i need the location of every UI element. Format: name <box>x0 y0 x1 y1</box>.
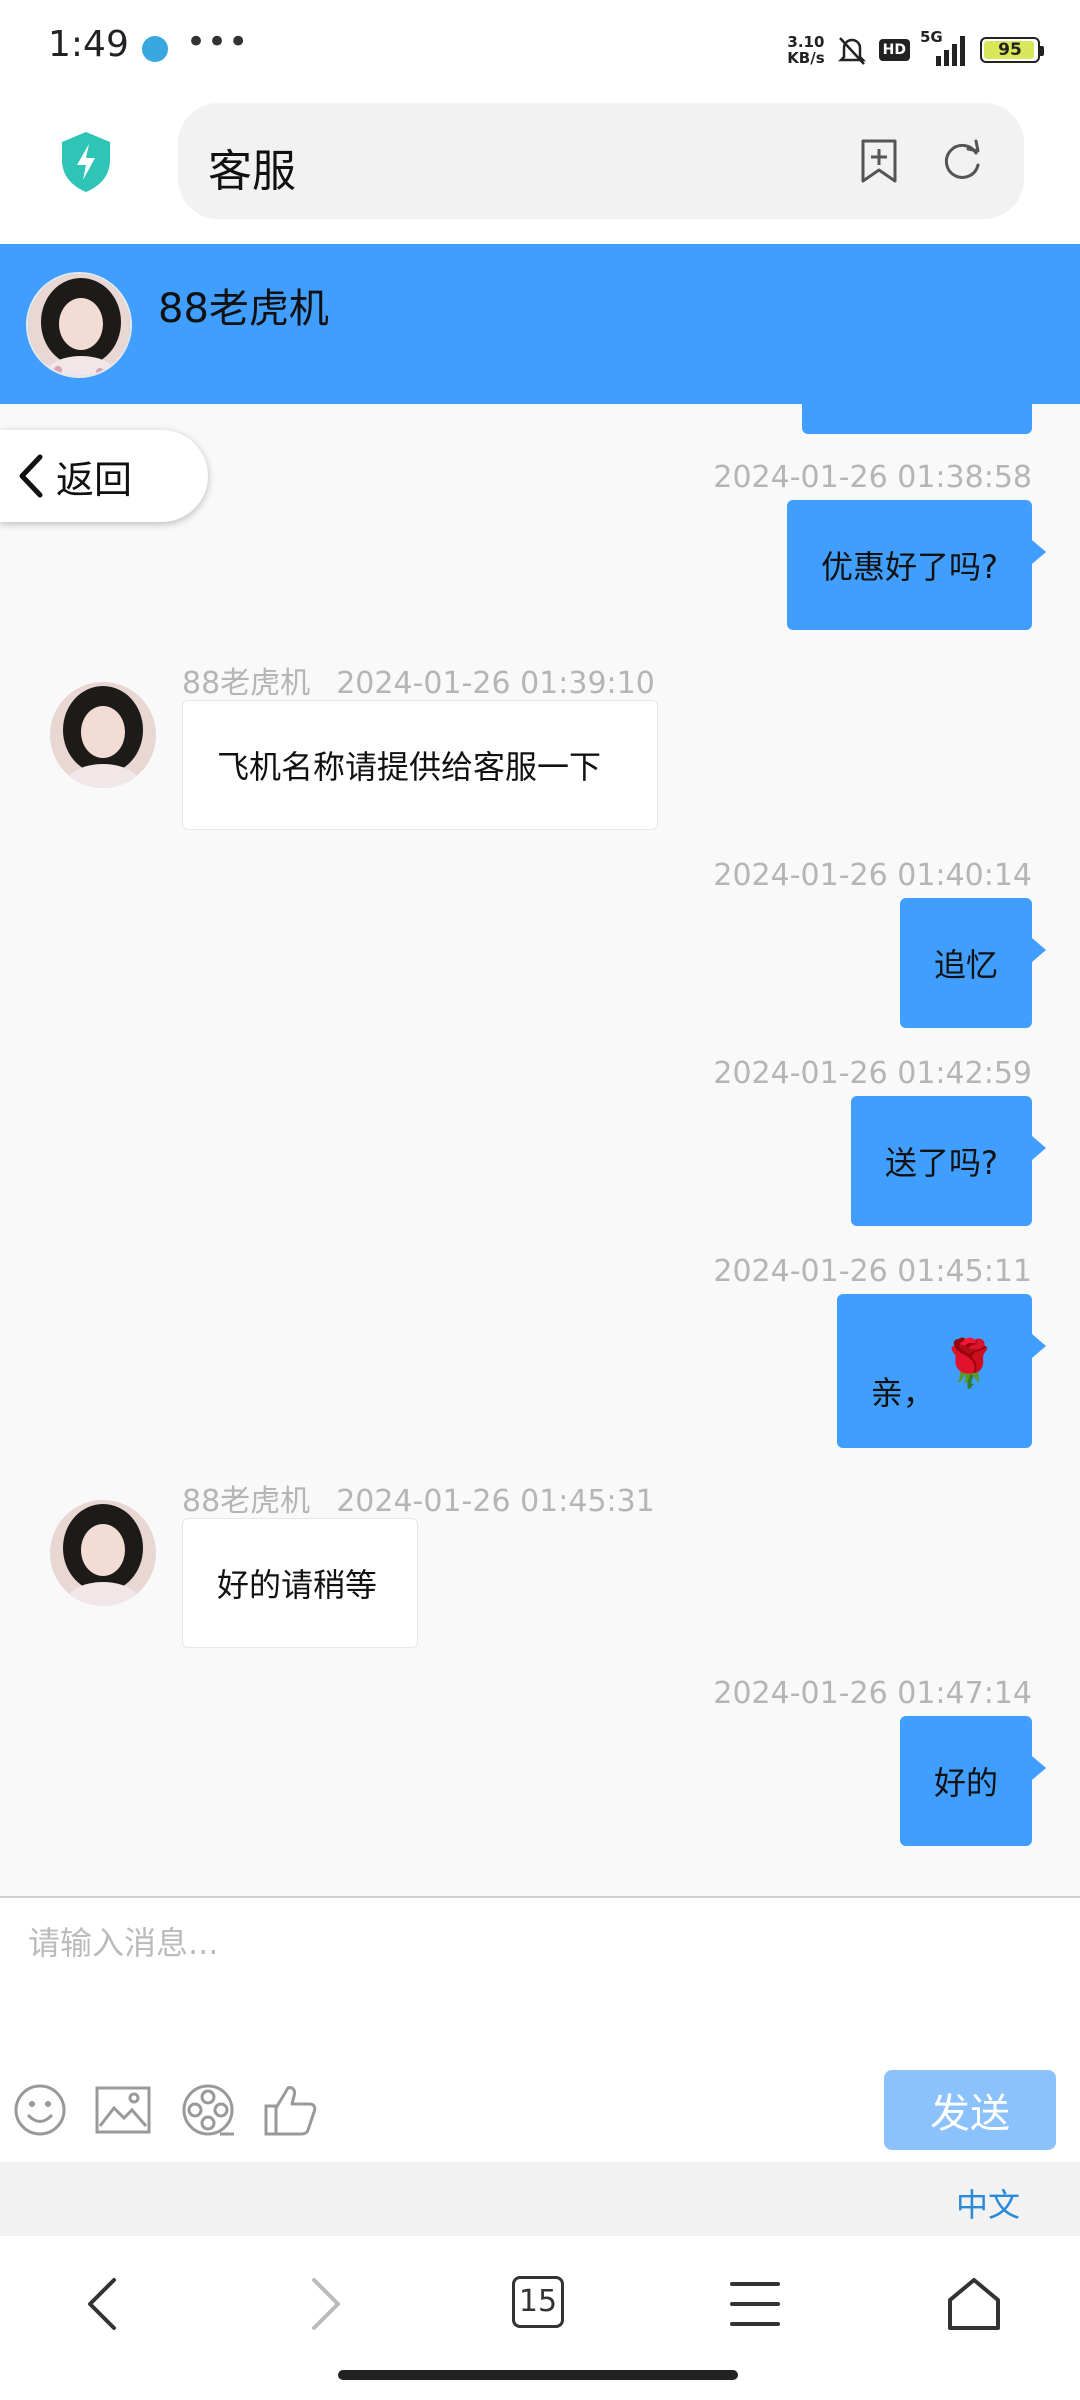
forward-nav-icon[interactable] <box>306 2276 346 2332</box>
message-time: 2024-01-26 01:39:10 <box>336 666 655 701</box>
message-list[interactable]: 返回 2024-01-26 01:38:58 优惠好了吗? 88老虎机 2024-… <box>0 404 1080 1896</box>
rose-emoji: 🌹 <box>940 1335 998 1390</box>
network-speed-value: 3.10 <box>787 33 825 51</box>
home-icon[interactable] <box>946 2276 1002 2332</box>
message-time: 2024-01-26 01:45:11 <box>713 1254 1032 1289</box>
back-nav-icon[interactable] <box>82 2276 122 2332</box>
tabs-button[interactable]: 15 <box>512 2276 564 2328</box>
message-meta: 88老虎机 2024-01-26 01:39:10 <box>182 658 655 702</box>
chevron-left-icon <box>19 454 43 498</box>
battery-icon: 95 <box>980 37 1044 63</box>
message-bubble-outgoing[interactable]: 追忆 <box>899 898 1047 1028</box>
composer: 请输入消息... 发送 <box>0 1896 1080 2162</box>
message-time: 2024-01-26 01:45:31 <box>336 1484 655 1519</box>
message-time: 2024-01-26 01:47:14 <box>713 1676 1032 1711</box>
browser-bottom-nav: 15 <box>0 2236 1080 2400</box>
video-icon[interactable] <box>180 2082 236 2138</box>
message-time: 2024-01-26 01:38:58 <box>713 460 1032 495</box>
message-text: 好的 <box>933 1764 998 1802</box>
home-indicator <box>338 2370 738 2380</box>
thumbs-up-icon[interactable] <box>262 2082 318 2138</box>
message-text: 优惠好了吗? <box>821 548 998 586</box>
message-time: 2024-01-26 01:42:59 <box>713 1056 1032 1091</box>
message-text: 好的请稍等 <box>217 1566 378 1604</box>
shield-icon[interactable] <box>58 130 114 194</box>
send-button[interactable]: 发送 <box>884 2070 1056 2150</box>
telegram-notification-icon <box>142 36 168 62</box>
chat-title: 88老虎机 <box>158 286 329 332</box>
status-time: 1:49 <box>48 24 129 65</box>
status-bar: 1:49 ••• 3.10 KB/s HD 5G 95 <box>0 0 1080 96</box>
network-speed: 3.10 KB/s <box>787 34 824 66</box>
avatar <box>26 272 132 378</box>
network-speed-unit: KB/s <box>787 49 825 67</box>
language-switch[interactable]: 中文 <box>956 2180 1020 2226</box>
more-notifications-icon: ••• <box>186 22 250 62</box>
refresh-icon[interactable] <box>938 137 986 185</box>
chat-header: 88老虎机 <box>0 244 1080 404</box>
add-bookmark-icon[interactable] <box>855 137 903 185</box>
message-bubble-outgoing[interactable]: 亲， 🌹 <box>836 1294 1047 1448</box>
signal-icon: 5G <box>920 28 970 68</box>
message-meta: 88老虎机 2024-01-26 01:45:31 <box>182 1476 655 1520</box>
back-label: 返回 <box>56 457 133 502</box>
image-icon[interactable] <box>94 2082 152 2138</box>
avatar <box>50 682 156 788</box>
message-bubble-outgoing[interactable]: 送了吗? <box>851 1096 1046 1226</box>
hd-badge: HD <box>878 39 910 61</box>
message-bubble-incoming[interactable]: 好的请稍等 <box>182 1518 418 1648</box>
back-button[interactable]: 返回 <box>0 430 208 522</box>
battery-level: 95 <box>998 40 1022 60</box>
message-text: 送了吗? <box>885 1144 998 1182</box>
message-sender: 88老虎机 <box>182 1484 311 1519</box>
message-bubble-incoming[interactable]: 飞机名称请提供给客服一下 <box>182 700 658 830</box>
status-icons: 3.10 KB/s HD 5G 95 <box>787 28 1044 70</box>
message-input[interactable]: 请输入消息... <box>28 1918 219 1964</box>
tabs-count: 15 <box>512 2276 564 2328</box>
message-text: 飞机名称请提供给客服一下 <box>217 748 602 786</box>
mute-bell-icon <box>837 37 866 65</box>
address-text: 客服 <box>208 146 296 197</box>
message-bubble-outgoing[interactable]: 优惠好了吗? <box>787 500 1046 630</box>
menu-icon[interactable] <box>730 2276 780 2332</box>
message-sender: 88老虎机 <box>182 666 311 701</box>
message-text: 追忆 <box>933 946 998 984</box>
message-bubble-outgoing[interactable]: 好的 <box>899 1716 1047 1846</box>
address-bar[interactable]: 客服 <box>178 103 1024 219</box>
screen: 1:49 ••• 3.10 KB/s HD 5G 95 客服 88老虎机 返回 … <box>0 0 1080 2400</box>
message-bubble-partial <box>802 404 1032 434</box>
avatar <box>50 1500 156 1606</box>
language-bar: 中文 <box>0 2162 1080 2236</box>
message-text: 亲， <box>870 1374 935 1412</box>
message-time: 2024-01-26 01:40:14 <box>713 858 1032 893</box>
emoji-icon[interactable] <box>12 2082 68 2138</box>
